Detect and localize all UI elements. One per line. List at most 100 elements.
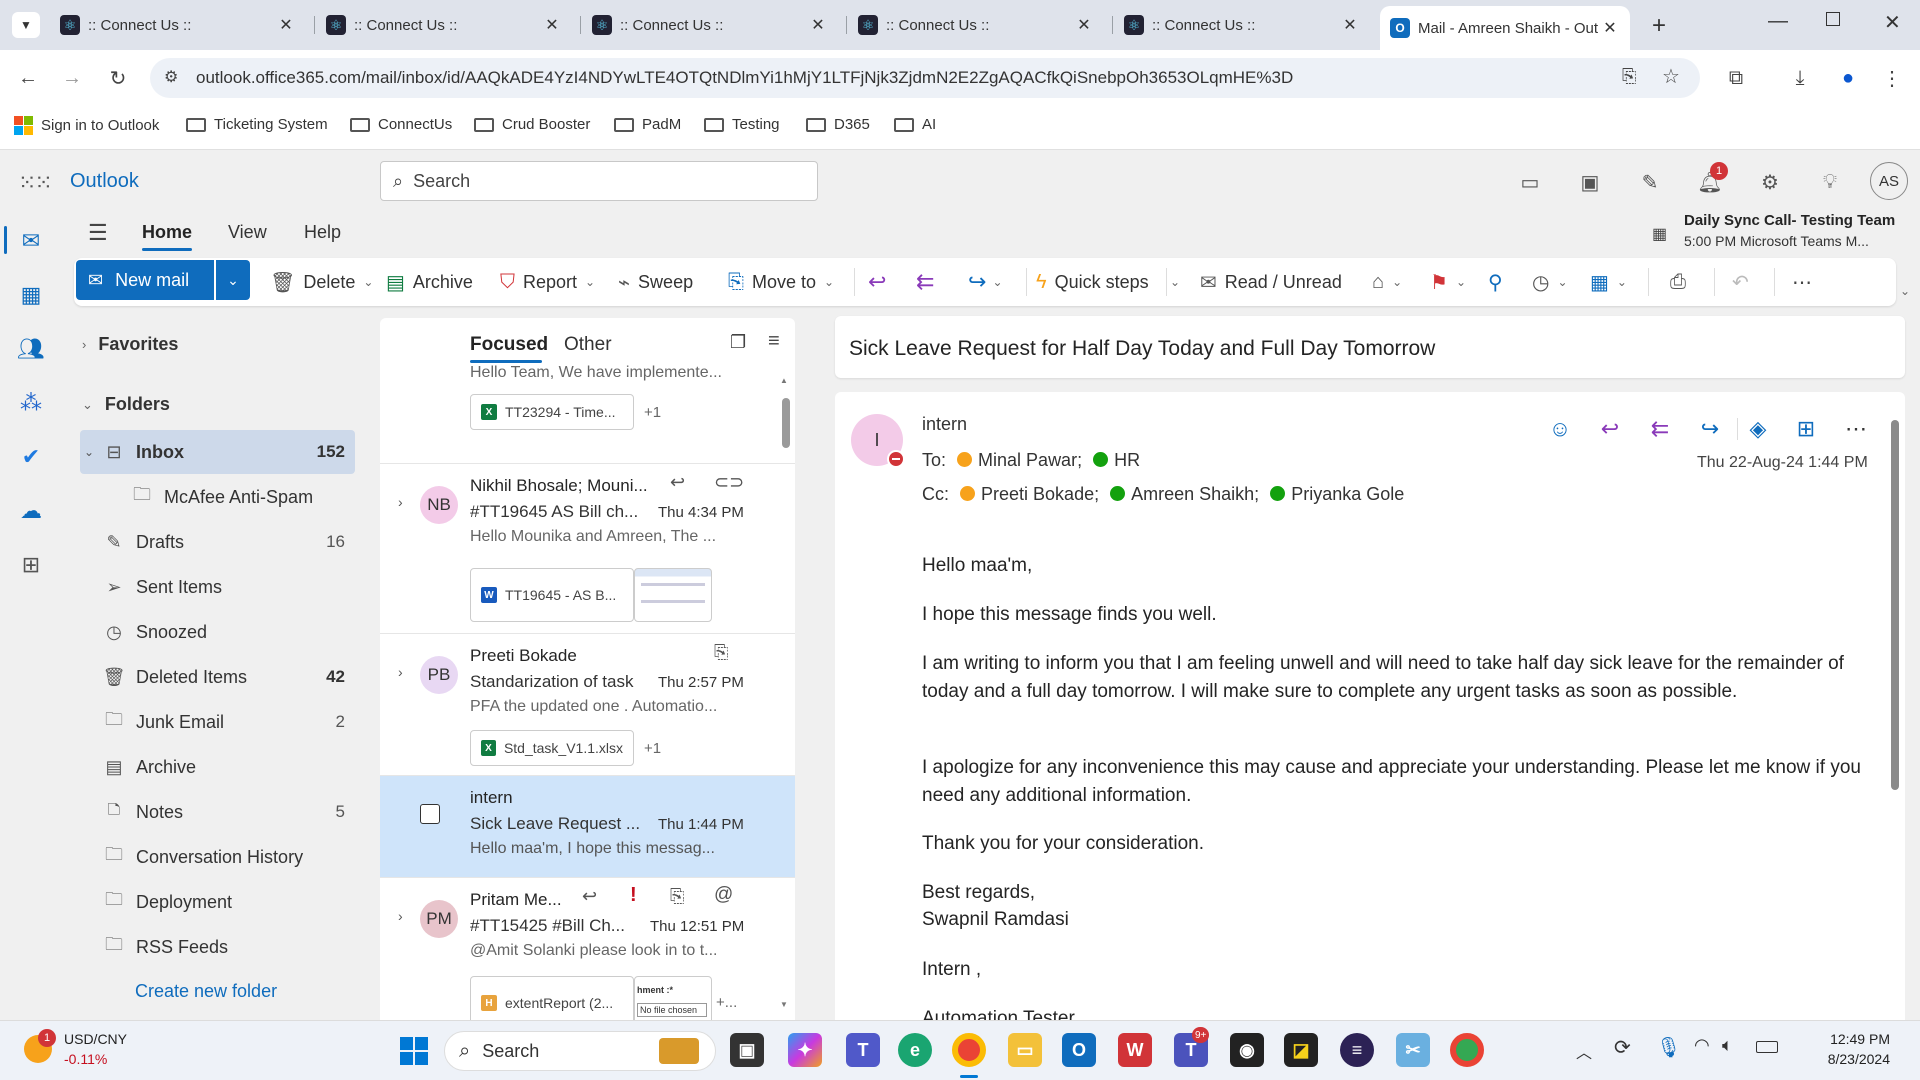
browser-tab[interactable]: ⚛ :: Connect Us :: ✕	[316, 8, 572, 42]
reading-scrollbar[interactable]	[1891, 420, 1899, 790]
folder-archive[interactable]: ▤ Archive	[80, 745, 355, 789]
clock-time[interactable]: 12:49 PM	[1804, 1031, 1890, 1047]
emoji-icon[interactable]: ☺	[1545, 414, 1575, 444]
new-mail-button[interactable]: ✉ New mail	[76, 260, 214, 300]
quick-steps-dropdown[interactable]: ⌄	[1170, 258, 1180, 306]
folder-snoozed[interactable]: ◷ Snoozed	[80, 610, 355, 654]
reply-all-icon[interactable]: ⇇	[1645, 414, 1675, 444]
browser-tab[interactable]: ⚛ :: Connect Us :: ✕	[582, 8, 838, 42]
close-icon[interactable]: ✕	[1600, 18, 1620, 38]
attachment-chip[interactable]: X TT23294 - Time...	[470, 394, 634, 430]
sync-icon[interactable]: ⟳	[1614, 1035, 1631, 1060]
mail-icon[interactable]: ✉	[16, 226, 46, 256]
taskbar-search[interactable]: ⌕ Search	[444, 1031, 716, 1071]
report-button[interactable]: ⛉ Report ⌄	[500, 258, 595, 306]
forward-icon[interactable]: ↪ ⌄	[968, 258, 1003, 306]
star-icon[interactable]: ☆	[1662, 64, 1680, 89]
pin-icon[interactable]: ⚲	[1488, 258, 1503, 306]
folder-inbox[interactable]: ⌄ ⊟ Inbox 152	[80, 430, 355, 474]
restore-button[interactable]	[1826, 12, 1840, 26]
folder-rss[interactable]: 🗀 RSS Feeds	[80, 925, 355, 969]
bookmark-folder[interactable]: Crud Booster	[474, 116, 590, 133]
file-explorer-icon[interactable]: ▭	[1008, 1033, 1042, 1067]
more-actions-icon[interactable]: ⋯	[1841, 414, 1871, 444]
chrome-icon[interactable]	[1450, 1033, 1484, 1067]
apps-icon[interactable]: ⊞	[1791, 414, 1821, 444]
close-icon[interactable]: ✕	[1340, 15, 1360, 35]
favorites-header[interactable]: › Favorites	[82, 334, 178, 355]
tag-icon[interactable]: ⌂ ⌄	[1372, 258, 1402, 306]
snooze-icon[interactable]: ◷ ⌄	[1532, 258, 1568, 306]
avatar[interactable]: AS	[1870, 162, 1908, 200]
app-launcher-icon[interactable]: ⁙⁙	[18, 170, 53, 196]
word-icon[interactable]: ▣	[1576, 168, 1604, 196]
folder-conversation-history[interactable]: 🗀 Conversation History	[80, 835, 355, 879]
profile-icon[interactable]: ●	[1834, 64, 1862, 92]
list-scrollbar[interactable]	[782, 398, 790, 448]
windows-start-icon[interactable]	[400, 1037, 428, 1065]
bookmark-folder[interactable]: Ticketing System	[186, 116, 328, 133]
upcoming-event-detail[interactable]: 5:00 PM Microsoft Teams M...	[1684, 233, 1869, 249]
new-tab-button[interactable]: +	[1652, 12, 1666, 40]
upcoming-event-title[interactable]: Daily Sync Call- Testing Team	[1684, 212, 1895, 229]
edge-icon[interactable]: e	[898, 1033, 932, 1067]
chevron-right-icon[interactable]: ›	[398, 908, 403, 924]
onedrive-icon[interactable]: ☁	[16, 496, 46, 526]
quick-steps-button[interactable]: ϟ Quick steps	[1036, 258, 1149, 306]
bookmark-sign-in-outlook[interactable]: Sign in to Outlook	[14, 116, 159, 135]
reply-icon[interactable]: ↩	[868, 258, 886, 306]
print-icon[interactable]: ⎙	[1670, 258, 1686, 306]
select-mode-icon[interactable]: ❐	[730, 332, 746, 353]
close-icon[interactable]: ✕	[1074, 15, 1094, 35]
close-icon[interactable]: ✕	[542, 15, 562, 35]
battery-icon[interactable]	[1756, 1041, 1778, 1053]
recipient[interactable]: Preeti Bokade;	[981, 484, 1099, 504]
reply-icon[interactable]: ↩	[1595, 414, 1625, 444]
more-options-icon[interactable]: ⋯	[1792, 258, 1812, 306]
folder-sent[interactable]: ➢ Sent Items	[80, 565, 355, 609]
gear-icon[interactable]: ⚙	[1756, 168, 1784, 196]
bookmark-folder[interactable]: PadM	[614, 116, 681, 133]
sweep-button[interactable]: ⌁ Sweep	[618, 258, 693, 306]
chrome-icon[interactable]	[952, 1033, 986, 1067]
hamburger-icon[interactable]: ☰	[88, 220, 108, 246]
close-icon[interactable]: ✕	[276, 15, 296, 35]
list-item-selected[interactable]: intern Sick Leave Request ... Thu 1:44 P…	[380, 776, 795, 878]
new-mail-dropdown[interactable]: ⌄	[216, 260, 250, 300]
site-info-icon[interactable]: ⚙	[164, 67, 178, 87]
search-box[interactable]: ⌕ Search	[380, 161, 818, 201]
tab-home[interactable]: Home	[142, 222, 192, 243]
wifi-icon[interactable]: ◠	[1694, 1035, 1710, 1056]
more-apps-icon[interactable]: ⊞	[16, 550, 46, 580]
sticky-notes-icon[interactable]: ◪	[1284, 1033, 1318, 1067]
tab-help[interactable]: Help	[304, 222, 341, 243]
forward-icon[interactable]: ↪	[1695, 414, 1725, 444]
volume-icon[interactable]: 🔈︎	[1722, 1035, 1733, 1056]
people-icon[interactable]: 👥︎	[16, 334, 46, 364]
undo-icon[interactable]: ↶	[1732, 258, 1749, 306]
close-icon[interactable]: ✕	[808, 15, 828, 35]
folder-notes[interactable]: 🗅 Notes 5	[80, 790, 355, 834]
scroll-up-icon[interactable]: ▲	[780, 376, 788, 385]
attachment-thumbnail[interactable]: hment :* No file chosen	[634, 976, 712, 1020]
sender-name[interactable]: intern	[922, 414, 967, 435]
ribbon-expand-icon[interactable]: ⌄	[1900, 284, 1910, 298]
folder-mcafee[interactable]: 🗀 McAfee Anti-Spam	[80, 475, 355, 519]
calendar-icon[interactable]: ▦	[16, 280, 46, 310]
delete-button[interactable]: 🗑︎ Delete ⌄	[270, 258, 373, 306]
attachment-chip[interactable]: W TT19645 - AS B...	[470, 568, 634, 622]
install-app-icon[interactable]: ⎘	[1622, 66, 1636, 87]
browser-tab[interactable]: ⚛ :: Connect Us :: ✕	[848, 8, 1104, 42]
chevron-right-icon[interactable]: ›	[398, 494, 403, 510]
tab-focused[interactable]: Focused	[470, 334, 548, 356]
folder-deployment[interactable]: 🗀 Deployment	[80, 880, 355, 924]
recipient[interactable]: HR	[1114, 450, 1140, 470]
recipient[interactable]: Amreen Shaikh;	[1131, 484, 1259, 504]
flag-icon[interactable]: ⚑ ⌄	[1430, 258, 1466, 306]
download-icon[interactable]: ⤓	[1786, 64, 1814, 92]
create-new-folder-link[interactable]: Create new folder	[135, 981, 277, 1002]
forward-button[interactable]: →	[58, 64, 86, 92]
reply-all-icon[interactable]: ⇇	[916, 258, 934, 306]
reload-button[interactable]: ↻	[104, 64, 132, 92]
bookmark-folder[interactable]: D365	[806, 116, 870, 133]
